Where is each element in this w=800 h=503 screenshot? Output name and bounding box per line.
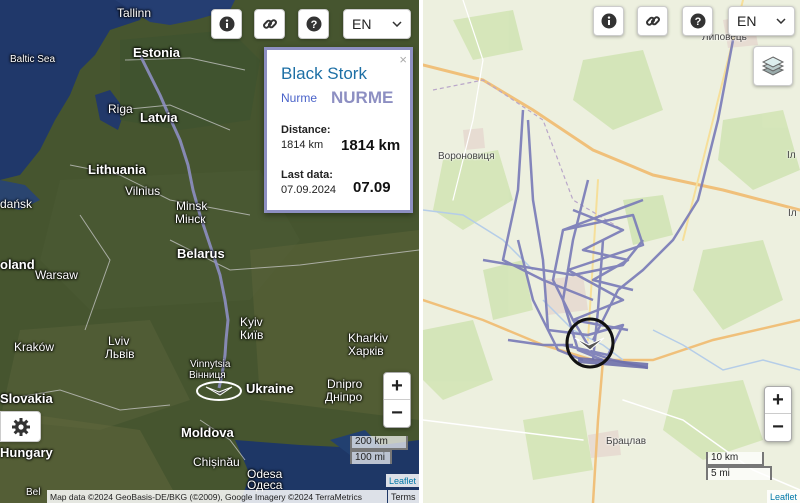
link-button-right[interactable] [637, 6, 668, 36]
app-root: Tallinn Estonia Baltic Sea Riga Latvia L… [0, 0, 800, 503]
bird-name-big: NURME [331, 88, 394, 107]
species-name: Black Stork [281, 64, 367, 83]
zoom-control-right: + − [764, 386, 792, 442]
label-ill-2: Іл [788, 208, 797, 219]
label-kharkiv: Kharkiv [348, 331, 389, 345]
label-krakow: Kraków [14, 340, 55, 354]
scale-km-right: 10 km [706, 452, 764, 466]
label-lviv: Lviv [108, 334, 130, 348]
label-chisinau: Chișinău [193, 455, 240, 469]
label-slovakia: Slovakia [0, 391, 53, 406]
bird-name-small: Nurme [281, 91, 318, 105]
label-dnipro-cyr: Дніпро [325, 390, 363, 404]
chevron-down-icon [776, 18, 786, 24]
last-data-value-small: 07.09.2024 [281, 184, 337, 196]
label-dnipro: Dnipro [327, 377, 363, 391]
chevron-down-icon [392, 21, 402, 27]
label-voronovytsia: Вороновиця [438, 151, 495, 162]
terms-link[interactable]: Terms [388, 490, 419, 503]
svg-text:?: ? [694, 16, 701, 28]
label-tallinn: Tallinn [117, 6, 152, 20]
label-gdansk: dańsk [0, 197, 33, 211]
last-data-value-big: 07.09 [353, 179, 391, 196]
layers-icon [761, 56, 785, 76]
overview-map[interactable]: Tallinn Estonia Baltic Sea Riga Latvia L… [0, 0, 419, 503]
last-data-label: Last data: [281, 169, 333, 181]
label-hungary: Hungary [0, 445, 53, 460]
map-attribution: Map data ©2024 GeoBasis-DE/BKG (©2009), … [47, 490, 387, 503]
leaflet-attribution-right: Leaflet [766, 490, 800, 503]
label-minsk: Minsk [176, 199, 208, 213]
language-select[interactable]: EN [343, 9, 411, 39]
label-lithuania: Lithuania [88, 162, 146, 177]
label-kharkiv-cyr: Харків [348, 344, 384, 358]
label-baltic-sea: Baltic Sea [10, 54, 56, 65]
label-kyiv-cyr: Київ [240, 328, 264, 342]
info-button-right[interactable] [593, 6, 624, 36]
link-icon [645, 16, 660, 26]
help-icon: ? [306, 16, 321, 32]
scale-mi: 100 mi [350, 450, 392, 464]
leaflet-attribution-left: Leaflet [385, 474, 419, 487]
detail-map[interactable]: Липовець Вороновиця Брацлав Іл Іл ? EN +… [423, 0, 800, 503]
label-estonia: Estonia [133, 45, 180, 60]
info-button[interactable] [211, 9, 242, 39]
zoom-out-button[interactable]: − [384, 400, 410, 427]
link-button[interactable] [254, 9, 285, 39]
label-ukraine: Ukraine [246, 381, 294, 396]
gear-icon [11, 417, 30, 436]
label-bel: Bel [26, 487, 41, 498]
help-icon: ? [690, 13, 705, 29]
street-map-background [423, 0, 800, 503]
zoom-in-button-right[interactable]: + [765, 387, 791, 414]
label-belarus: Belarus [177, 246, 225, 261]
info-icon [601, 13, 616, 29]
language-select-right[interactable]: EN [728, 6, 795, 36]
settings-button[interactable] [0, 411, 41, 442]
label-latvia: Latvia [140, 110, 178, 125]
scale-km: 200 km [350, 436, 408, 450]
label-vinnytsia-cyr: Вінниця [189, 370, 226, 381]
label-riga: Riga [108, 102, 133, 116]
label-kyiv: Kyiv [240, 315, 263, 329]
label-minsk-cyr: Мінск [175, 212, 206, 226]
distance-value-small: 1814 km [281, 139, 324, 151]
language-value-right: EN [737, 13, 757, 29]
label-vinnytsia: Vinnytsia [190, 359, 231, 370]
distance-label: Distance: [281, 124, 331, 136]
layers-button[interactable] [753, 46, 793, 86]
link-icon [262, 19, 277, 29]
help-button-right[interactable]: ? [682, 6, 713, 36]
label-warsaw: Warsaw [35, 268, 78, 282]
leaflet-link-right[interactable]: Leaflet [770, 492, 797, 502]
info-icon [219, 16, 234, 32]
popup-close-button[interactable]: × [399, 52, 407, 67]
label-oland: oland [0, 257, 35, 272]
distance-value-big: 1814 km [341, 137, 401, 154]
zoom-control: + − [383, 372, 411, 428]
scale-mi-right: 5 mi [706, 466, 772, 480]
zoom-in-button[interactable]: + [384, 373, 410, 400]
label-lviv-cyr: Львів [105, 347, 135, 361]
label-moldova: Moldova [181, 425, 234, 440]
zoom-out-button-right[interactable]: − [765, 414, 791, 441]
label-braclav: Брацлав [606, 436, 647, 447]
help-button[interactable]: ? [298, 9, 329, 39]
bird-info-popup: × Black Stork Nurme NURME Distance: 1814… [264, 47, 413, 213]
language-value: EN [352, 16, 372, 32]
svg-text:?: ? [310, 19, 317, 31]
leaflet-link[interactable]: Leaflet [389, 476, 416, 486]
label-vilnius: Vilnius [125, 184, 161, 198]
label-ill-1: Іл [787, 150, 796, 161]
